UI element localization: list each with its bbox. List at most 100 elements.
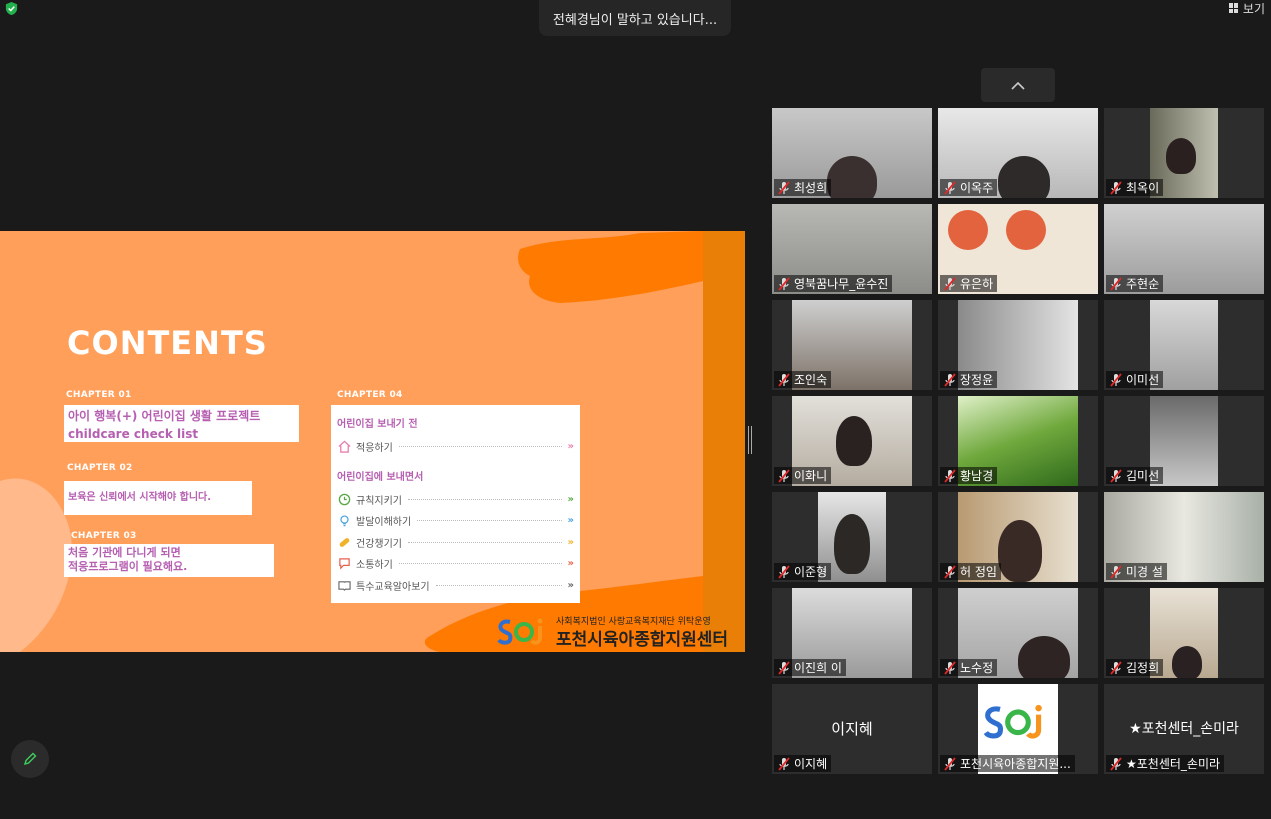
participant-name-tag: 이진희 이 bbox=[774, 659, 846, 676]
item-label: 적응하기 bbox=[356, 443, 393, 455]
participant-tile[interactable]: 이진희 이 bbox=[772, 588, 932, 678]
chevron-right-icon: » bbox=[567, 579, 574, 591]
participant-name: 노수정 bbox=[960, 661, 994, 675]
participant-tile[interactable]: 김미선 bbox=[1104, 396, 1264, 486]
participant-name-tag: ★포천센터_손미라 bbox=[1106, 755, 1225, 772]
pill-icon bbox=[337, 535, 351, 549]
participant-tile[interactable]: 영북꿈나무_윤수진 bbox=[772, 204, 932, 294]
muted-mic-icon bbox=[778, 660, 790, 675]
view-button-label: 보기 bbox=[1242, 1, 1265, 16]
participant-tile[interactable]: 장정윤 bbox=[938, 300, 1098, 390]
chapter-2-label: CHAPTER 02 bbox=[67, 463, 133, 473]
participant-tile[interactable]: 최성희 bbox=[772, 108, 932, 198]
participant-tile[interactable]: 황남경 bbox=[938, 396, 1098, 486]
participant-tile[interactable]: 이지혜 이지혜 bbox=[772, 684, 932, 774]
chapter-1-line-2: childcare check list bbox=[68, 427, 199, 441]
view-button[interactable]: 보기 bbox=[1228, 0, 1265, 16]
chapter-3-line-2: 적응프로그램이 필요해요. bbox=[68, 560, 188, 573]
item-label: 발달이해하기 bbox=[356, 517, 412, 529]
item-label: 건강챙기기 bbox=[356, 538, 402, 550]
chevron-right-icon: » bbox=[567, 558, 574, 570]
participant-tile[interactable]: 노수정 bbox=[938, 588, 1098, 678]
participant-display-name: 이지혜 bbox=[831, 720, 873, 738]
participant-name: 장정윤 bbox=[960, 373, 994, 387]
chevron-right-icon: » bbox=[567, 515, 574, 527]
participant-name-tag: 최성희 bbox=[774, 179, 832, 196]
muted-mic-icon bbox=[1110, 660, 1122, 675]
participant-tile[interactable]: 최옥이 bbox=[1104, 108, 1264, 198]
bulb-icon bbox=[337, 514, 351, 528]
meeting-window: 전혜경님이 말하고 있습니다... 보기 CONTENTS CHAPTER 01… bbox=[0, 0, 1271, 819]
participant-name: 영북꿈나무_윤수진 bbox=[794, 277, 889, 291]
item-label: 소통하기 bbox=[356, 560, 393, 572]
chapter-3-box: 처음 기관에 다니게 되면 적응프로그램이 필요해요. bbox=[64, 544, 274, 577]
pencil-icon bbox=[23, 752, 37, 766]
participant-tile[interactable]: 이옥주 bbox=[938, 108, 1098, 198]
muted-mic-icon bbox=[944, 756, 956, 771]
chapter-2-line-1: 보육은 신뢰에서 시작해야 합니다. bbox=[68, 492, 212, 503]
participant-tile[interactable]: 미경 설 bbox=[1104, 492, 1264, 582]
participant-tile[interactable]: 이미선 bbox=[1104, 300, 1264, 390]
chevron-right-icon: » bbox=[567, 536, 574, 548]
participant-name: 김정희 bbox=[1126, 661, 1160, 675]
muted-mic-icon bbox=[778, 180, 790, 195]
participant-tile[interactable]: 김정희 bbox=[1104, 588, 1264, 678]
participant-display-name: ★포천센터_손미라 bbox=[1129, 721, 1239, 737]
participant-name: 이미선 bbox=[1126, 373, 1160, 387]
muted-mic-icon bbox=[1110, 756, 1122, 771]
participant-name: 조인숙 bbox=[794, 373, 828, 387]
participant-name-tag: 포천시육아종합지원... bbox=[940, 755, 1075, 772]
scroll-up-button[interactable] bbox=[981, 68, 1055, 102]
participant-name-tag: 이화니 bbox=[774, 467, 832, 484]
org-logo bbox=[497, 618, 543, 645]
participant-name: 포천시육아종합지원... bbox=[960, 757, 1071, 771]
slide-title: CONTENTS bbox=[67, 324, 268, 362]
chapter-4-item: 건강챙기기 » bbox=[337, 532, 574, 554]
participant-tile[interactable]: 이화니 bbox=[772, 396, 932, 486]
chapter-4-item: 발달이해하기 » bbox=[337, 510, 574, 532]
participant-name: 유은하 bbox=[960, 277, 994, 291]
participant-name-tag: 장정윤 bbox=[940, 371, 998, 388]
chevron-right-icon: » bbox=[567, 493, 574, 505]
participant-name-tag: 이준형 bbox=[774, 563, 832, 580]
muted-mic-icon bbox=[778, 276, 790, 291]
participant-name-tag: 조인숙 bbox=[774, 371, 832, 388]
participant-tile[interactable]: 허 정임 bbox=[938, 492, 1098, 582]
participant-name: 이지혜 bbox=[794, 757, 828, 771]
participant-name: 주현순 bbox=[1126, 277, 1160, 291]
chapter-2-box: 보육은 신뢰에서 시작해야 합니다. bbox=[64, 481, 252, 515]
active-speaker-banner: 전혜경님이 말하고 있습니다... bbox=[539, 0, 731, 36]
participant-name: 미경 설 bbox=[1126, 565, 1163, 579]
participant-name-tag: 이지혜 bbox=[774, 755, 832, 772]
muted-mic-icon bbox=[1110, 372, 1122, 387]
participant-tile[interactable]: 이준형 bbox=[772, 492, 932, 582]
chapter-4-box: 어린이집 보내기 전 적응하기 » 어린이집에 보내면서 규칙지키기 » 발달이… bbox=[331, 405, 580, 603]
chapter-4-item: 소통하기 » bbox=[337, 553, 574, 575]
participant-name: 이화니 bbox=[794, 469, 828, 483]
muted-mic-icon bbox=[1110, 276, 1122, 291]
chevron-right-icon: » bbox=[567, 441, 574, 453]
participant-tile[interactable]: 유은하 bbox=[938, 204, 1098, 294]
participant-name-tag: 이옥주 bbox=[940, 179, 998, 196]
annotate-button[interactable] bbox=[11, 740, 49, 778]
participant-name: 이옥주 bbox=[960, 181, 994, 195]
chapter-1-label: CHAPTER 01 bbox=[66, 390, 132, 400]
participant-tile[interactable]: 포천시육아종합지원... bbox=[938, 684, 1098, 774]
participant-logo-avatar bbox=[983, 704, 1042, 739]
muted-mic-icon bbox=[1110, 468, 1122, 483]
chapter-4-section-1: 어린이집 보내기 전 bbox=[337, 419, 418, 430]
security-shield-icon[interactable] bbox=[4, 1, 19, 16]
participant-tile[interactable]: 주현순 bbox=[1104, 204, 1264, 294]
muted-mic-icon bbox=[944, 564, 956, 579]
panel-resize-handle[interactable] bbox=[748, 426, 752, 454]
participant-tile[interactable]: 조인숙 bbox=[772, 300, 932, 390]
participant-name: ★포천센터_손미라 bbox=[1126, 757, 1221, 771]
participant-name-tag: 허 정임 bbox=[940, 563, 1001, 580]
chapter-1-box: 아이 행복(+) 어린이집 생활 프로젝트 childcare check li… bbox=[64, 405, 299, 442]
muted-mic-icon bbox=[778, 468, 790, 483]
participant-name-tag: 김미선 bbox=[1106, 467, 1164, 484]
chapter-1-line-1: 아이 행복(+) 어린이집 생활 프로젝트 bbox=[68, 409, 261, 423]
participant-tile[interactable]: ★포천센터_손미라 ★포천센터_손미라 bbox=[1104, 684, 1264, 774]
participant-name: 허 정임 bbox=[960, 565, 997, 579]
participant-name-tag: 이미선 bbox=[1106, 371, 1164, 388]
